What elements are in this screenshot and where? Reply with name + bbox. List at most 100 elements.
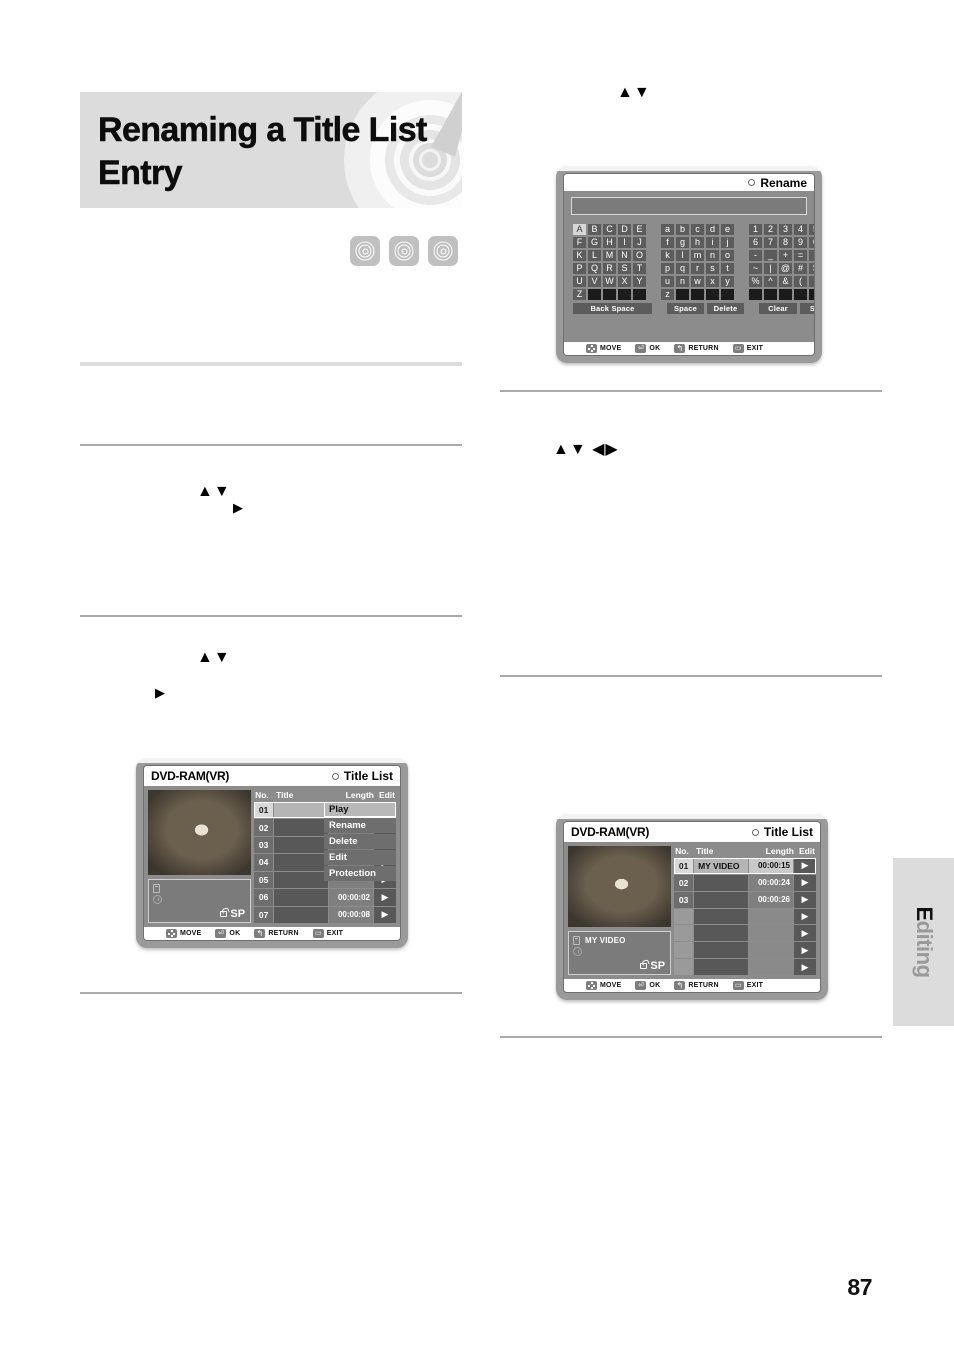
key-a[interactable]: a	[661, 224, 674, 235]
key-N[interactable]: N	[618, 250, 631, 261]
key-p[interactable]: p	[661, 263, 674, 274]
key-0[interactable]: 0	[809, 237, 814, 248]
key-j[interactable]: j	[721, 237, 734, 248]
cell-edit-arrow-icon[interactable]: ▶	[794, 942, 816, 959]
key-J[interactable]: J	[633, 237, 646, 248]
key-y[interactable]: y	[721, 276, 734, 287]
key-pipe[interactable]: |	[764, 263, 777, 274]
key-s[interactable]: s	[706, 263, 719, 274]
key-z[interactable]: z	[661, 289, 674, 300]
key-paren-open[interactable]: (	[794, 276, 807, 287]
key-e[interactable]: e	[721, 224, 734, 235]
rename-text-input[interactable]	[571, 197, 807, 215]
key-h[interactable]: h	[691, 237, 704, 248]
key-E[interactable]: E	[633, 224, 646, 235]
cell-edit-arrow-icon[interactable]: ▶	[794, 858, 816, 874]
key-r[interactable]: r	[691, 263, 704, 274]
table-row[interactable]: ▶	[674, 959, 816, 976]
key-5[interactable]: 5	[809, 224, 814, 235]
key-d[interactable]: d	[706, 224, 719, 235]
key-A[interactable]: A	[573, 224, 586, 235]
cell-edit-arrow-icon[interactable]: ▶	[794, 925, 816, 942]
key-m[interactable]: m	[691, 250, 704, 261]
table-row[interactable]: 06 00:00:02 ▶	[254, 889, 396, 906]
cell-edit-arrow-icon[interactable]: ▶	[374, 906, 396, 923]
key-C[interactable]: C	[603, 224, 616, 235]
key-V[interactable]: V	[588, 276, 601, 287]
cell-edit-arrow-icon[interactable]: ▶	[794, 891, 816, 908]
key-8[interactable]: 8	[779, 237, 792, 248]
cell-edit-arrow-icon[interactable]: ▶	[794, 959, 816, 976]
key-M[interactable]: M	[603, 250, 616, 261]
space-button[interactable]: Space	[667, 303, 704, 314]
save-button[interactable]: Save	[800, 303, 814, 314]
key-caret[interactable]: ^	[764, 276, 777, 287]
key-t[interactable]: t	[721, 263, 734, 274]
key-at[interactable]: @	[779, 263, 792, 274]
key-period[interactable]: .	[809, 250, 814, 261]
key-i[interactable]: i	[706, 237, 719, 248]
table-row[interactable]: 03 00:00:26 ▶	[674, 891, 816, 908]
table-row[interactable]: ▶	[674, 942, 816, 959]
menu-item-protection[interactable]: Protection	[324, 866, 396, 881]
key-paren-close[interactable]: )	[809, 276, 814, 287]
key-o[interactable]: o	[721, 250, 734, 261]
key-n[interactable]: n	[706, 250, 719, 261]
key-f[interactable]: f	[661, 237, 674, 248]
key-O[interactable]: O	[633, 250, 646, 261]
menu-item-delete[interactable]: Delete	[324, 834, 396, 849]
key-U[interactable]: U	[573, 276, 586, 287]
key-S[interactable]: S	[618, 263, 631, 274]
key-K[interactable]: K	[573, 250, 586, 261]
key-1[interactable]: 1	[749, 224, 762, 235]
table-row[interactable]: ▶	[674, 908, 816, 925]
menu-item-play[interactable]: Play	[324, 802, 396, 817]
key-R[interactable]: R	[603, 263, 616, 274]
key-2[interactable]: 2	[764, 224, 777, 235]
key-7[interactable]: 7	[764, 237, 777, 248]
key-Y[interactable]: Y	[633, 276, 646, 287]
key-D[interactable]: D	[618, 224, 631, 235]
cell-edit-arrow-icon[interactable]: ▶	[794, 908, 816, 925]
key-g[interactable]: g	[676, 237, 689, 248]
cell-edit-arrow-icon[interactable]: ▶	[374, 889, 396, 906]
table-row[interactable]: ▶	[674, 925, 816, 942]
key-Z[interactable]: Z	[573, 289, 586, 300]
key-n2[interactable]: n	[676, 276, 689, 287]
key-3[interactable]: 3	[779, 224, 792, 235]
key-G[interactable]: G	[588, 237, 601, 248]
menu-item-rename[interactable]: Rename	[324, 818, 396, 833]
key-ampersand[interactable]: &	[779, 276, 792, 287]
table-row[interactable]: 07 00:00:08 ▶	[254, 906, 396, 923]
key-H[interactable]: H	[603, 237, 616, 248]
clear-button[interactable]: Clear	[759, 303, 797, 314]
delete-button[interactable]: Delete	[707, 303, 744, 314]
key-T[interactable]: T	[633, 263, 646, 274]
key-P[interactable]: P	[573, 263, 586, 274]
key-w[interactable]: w	[691, 276, 704, 287]
table-row[interactable]: 01 MY VIDEO 00:00:15 ▶	[674, 858, 816, 874]
table-row[interactable]: 02 00:00:24 ▶	[674, 874, 816, 891]
back-space-button[interactable]: Back Space	[573, 303, 652, 314]
menu-item-edit[interactable]: Edit	[324, 850, 396, 865]
key-u[interactable]: u	[661, 276, 674, 287]
key-k[interactable]: k	[661, 250, 674, 261]
key-equals[interactable]: =	[794, 250, 807, 261]
key-plus[interactable]: +	[779, 250, 792, 261]
cell-edit-arrow-icon[interactable]: ▶	[794, 874, 816, 891]
key-l[interactable]: l	[676, 250, 689, 261]
key-tilde[interactable]: ~	[749, 263, 762, 274]
key-q[interactable]: q	[676, 263, 689, 274]
key-percent[interactable]: %	[749, 276, 762, 287]
key-b[interactable]: b	[676, 224, 689, 235]
key-X[interactable]: X	[618, 276, 631, 287]
key-4[interactable]: 4	[794, 224, 807, 235]
key-hyphen[interactable]: -	[749, 250, 762, 261]
key-B[interactable]: B	[588, 224, 601, 235]
key-underscore[interactable]: _	[764, 250, 777, 261]
key-W[interactable]: W	[603, 276, 616, 287]
key-I[interactable]: I	[618, 237, 631, 248]
key-9[interactable]: 9	[794, 237, 807, 248]
key-Q[interactable]: Q	[588, 263, 601, 274]
key-F[interactable]: F	[573, 237, 586, 248]
